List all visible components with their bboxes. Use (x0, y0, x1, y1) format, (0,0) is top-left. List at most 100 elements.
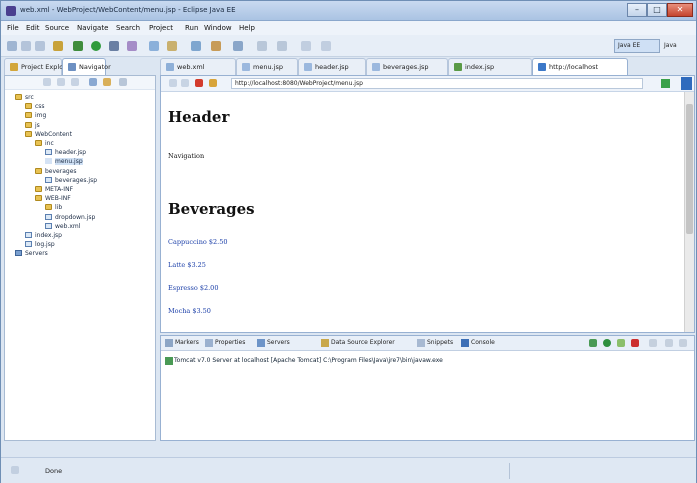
minimize-button[interactable]: – (627, 3, 647, 17)
vertical-scrollbar[interactable] (684, 92, 694, 332)
console-output: Tomcat v7.0 Server at localhost [Apache … (174, 357, 443, 364)
tree-item[interactable]: menu.jsp (45, 158, 83, 167)
project-explorer-pane: src css img js WebContent inc header.jsp menu.j… (4, 75, 156, 441)
console-icon (461, 339, 469, 347)
annotation-icon[interactable] (233, 41, 243, 51)
forward-icon[interactable] (181, 79, 189, 87)
tree-item-label: img (35, 112, 47, 120)
collapse-all-icon[interactable] (89, 78, 97, 86)
tab-servers[interactable]: Servers (257, 339, 290, 347)
tab-browser[interactable]: http://localhost (532, 58, 628, 75)
tree-item[interactable]: WEB-INF (35, 195, 71, 204)
tab-web-xml[interactable]: web.xml (160, 58, 236, 75)
tree-item[interactable]: Servers (15, 250, 48, 259)
forward-icon[interactable] (57, 78, 65, 86)
menu-window[interactable]: Window (204, 24, 232, 32)
refresh-icon[interactable] (209, 79, 217, 87)
perspective-java-ee[interactable]: Java EE (614, 39, 660, 53)
tab-markers[interactable]: Markers (165, 339, 199, 347)
menu-source[interactable]: Source (45, 24, 69, 32)
tree-item[interactable]: img (25, 112, 46, 121)
tab-index-jsp[interactable]: index.jsp (448, 58, 532, 75)
explorer-toolbar (5, 76, 155, 90)
package-icon[interactable] (53, 41, 63, 51)
search-icon[interactable] (109, 41, 119, 51)
file-icon (45, 158, 52, 165)
jsp-file-icon (372, 63, 380, 71)
scrollbar-thumb[interactable] (686, 104, 693, 234)
browser-icon[interactable] (191, 41, 201, 51)
rendered-page: Header Navigation Beverages Cappuccino $… (161, 92, 685, 332)
menu-file[interactable]: File (7, 24, 19, 32)
tab-snippets[interactable]: Snippets (417, 339, 453, 347)
tab-beverages-jsp[interactable]: beverages.jsp (366, 58, 448, 75)
tab-header-jsp[interactable]: header.jsp (298, 58, 366, 75)
profile-icon[interactable] (617, 339, 625, 347)
tree-item[interactable]: META-INF (35, 186, 73, 195)
tree-item[interactable]: beverages.jsp (45, 176, 97, 186)
tree-item[interactable]: beverages (35, 167, 77, 177)
beverage-link[interactable]: Mocha $3.50 (168, 307, 211, 315)
beverage-link[interactable]: Latte $3.25 (168, 261, 206, 269)
menu-project[interactable]: Project (149, 24, 173, 32)
go-button[interactable] (661, 79, 670, 88)
stop-icon[interactable] (195, 79, 203, 87)
menu-bar: File Edit Source Navigate Search Project… (1, 21, 696, 35)
url-field[interactable]: http://localhost:8080/WebProject/menu.js… (231, 78, 643, 89)
tree-item[interactable]: log.jsp (25, 241, 55, 250)
link-editor-icon[interactable] (103, 78, 111, 86)
start-server-icon[interactable] (589, 339, 597, 347)
status-divider (509, 463, 510, 479)
open-external-icon[interactable] (681, 77, 692, 90)
print-icon[interactable] (35, 41, 45, 51)
back-icon[interactable] (43, 78, 51, 86)
tab-console[interactable]: Console (461, 339, 495, 347)
tab-project-explorer[interactable]: Project Explorer (4, 58, 72, 75)
save-icon[interactable] (21, 41, 31, 51)
wizard-icon[interactable] (211, 41, 221, 51)
menu-help[interactable]: Help (239, 24, 255, 32)
tab-navigator[interactable]: Navigator (62, 58, 111, 75)
tree-item[interactable]: web.xml (45, 222, 80, 232)
menu-search[interactable]: Search (116, 24, 140, 32)
tree-item[interactable]: lib (45, 204, 62, 213)
tree-item[interactable]: WebContent (25, 130, 72, 140)
minimize-view-icon[interactable] (665, 339, 673, 347)
tree-item[interactable]: css (25, 103, 45, 112)
new-icon[interactable] (7, 41, 17, 51)
tree-item-label: WebContent (35, 130, 72, 138)
run-server-icon[interactable] (603, 339, 611, 347)
tab-properties[interactable]: Properties (205, 339, 245, 347)
next-annotation-icon[interactable] (301, 41, 311, 51)
beverage-link[interactable]: Espresso $2.00 (168, 284, 218, 292)
web-icon[interactable] (167, 41, 177, 51)
tab-menu-jsp[interactable]: menu.jsp (236, 58, 298, 75)
menu-navigate[interactable]: Navigate (77, 24, 108, 32)
run-icon[interactable] (91, 41, 101, 51)
perspective-java[interactable]: Java (664, 39, 694, 53)
up-icon[interactable] (71, 78, 79, 86)
tree-item[interactable]: header.jsp (45, 149, 86, 158)
server-icon[interactable] (149, 41, 159, 51)
view-menu-icon[interactable] (119, 78, 127, 86)
tree-item[interactable]: js (25, 121, 40, 131)
back-icon[interactable] (169, 79, 177, 87)
close-button[interactable]: ✕ (667, 3, 693, 17)
tree-item[interactable]: inc (35, 140, 54, 149)
debug-icon[interactable] (73, 41, 83, 51)
open-type-icon[interactable] (127, 41, 137, 51)
publish-icon[interactable] (649, 339, 657, 347)
back-icon[interactable] (257, 41, 267, 51)
stop-server-icon[interactable] (631, 339, 639, 347)
tree-item[interactable]: src (15, 94, 34, 103)
beverage-link[interactable]: Cappuccino $2.50 (168, 238, 228, 246)
menu-run[interactable]: Run (185, 24, 198, 32)
maximize-view-icon[interactable] (679, 339, 687, 347)
menu-edit[interactable]: Edit (26, 24, 40, 32)
tab-data-source-explorer[interactable]: Data Source Explorer (321, 339, 395, 347)
forward-icon[interactable] (277, 41, 287, 51)
maximize-button[interactable]: □ (647, 3, 667, 17)
tree-item[interactable]: dropdown.jsp (45, 213, 95, 223)
prev-annotation-icon[interactable] (321, 41, 331, 51)
tree-item[interactable]: index.jsp (25, 232, 62, 241)
